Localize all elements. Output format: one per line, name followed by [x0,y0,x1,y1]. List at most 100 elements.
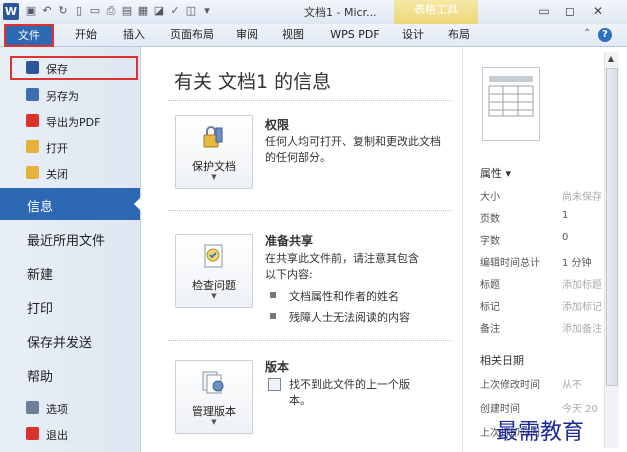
bullet-item: 残障人士无法阅读的内容 [289,311,410,324]
tab-file[interactable]: 文件 [4,24,54,47]
prop-value-pages: 1 [562,210,569,221]
collapse-ribbon-icon[interactable]: ⌃ [583,29,593,39]
spell-check-icon[interactable]: ✓ [168,4,182,18]
date-key-modified: 上次修改时间 [480,380,540,391]
dropdown-arrow-icon: ▼ [211,418,217,426]
nav-save-as-label: 另存为 [46,90,79,103]
bullet-item: 文档属性和作者的姓名 [289,290,399,303]
nav-save-send-label: 保存并发送 [27,336,93,351]
thumbnail-preview-icon [488,76,534,117]
prop-key-comments: 备注 [480,324,500,335]
save-as-icon [26,88,39,101]
close-icon[interactable]: ✕ [588,4,608,18]
properties-header[interactable]: 属性 ▾ [480,165,511,181]
prop-key-tags: 标记 [480,302,500,313]
image-icon[interactable]: ◪ [152,4,166,18]
protect-document-label: 保护文档 [192,160,236,173]
tab-insert[interactable]: 插入 [114,24,154,46]
version-doc-icon [268,378,281,391]
open-icon[interactable]: ▭ [88,4,102,18]
minimize-icon[interactable]: ▭ [534,4,554,18]
tab-design[interactable]: 设计 [396,24,430,46]
help-icon[interactable]: ? [598,28,612,42]
versions-icon [202,371,224,394]
date-value-created: 今天 20 [562,404,598,415]
bullet-icon [270,313,276,319]
nav-save-label: 保存 [46,63,68,76]
nav-recent-label: 最近所用文件 [27,234,106,249]
tab-view[interactable]: 视图 [276,24,310,46]
manage-versions-label: 管理版本 [192,405,236,418]
divider [168,100,452,101]
undo-icon[interactable]: ↶ [40,4,54,18]
save-quick-icon[interactable]: ▣ [24,4,38,18]
context-tab-table-tools: 表格工具 [394,0,478,24]
new-doc-icon[interactable]: ▯ [72,4,86,18]
nav-help[interactable]: 帮助 [0,358,140,390]
nav-exit[interactable]: 退出 [0,422,140,446]
tab-wps-pdf[interactable]: WPS PDF [322,24,388,46]
nav-recent[interactable]: 最近所用文件 [0,222,140,254]
nav-print[interactable]: 打印 [0,290,140,322]
prop-value-words: 0 [562,232,569,243]
prop-value-tags[interactable]: 添加标记 [562,298,604,313]
table-icon[interactable]: ▦ [136,4,150,18]
nav-export-pdf[interactable]: 导出为PDF [0,109,140,133]
customize-qa-icon[interactable]: ▾ [200,4,214,18]
close-doc-icon [26,166,39,179]
scroll-up-icon[interactable]: ▲ [604,52,618,66]
prepare-share-text: 在共享此文件前，请注意其包含以下内容: [265,252,419,281]
selected-pointer [134,196,142,212]
prop-value-comments[interactable]: 添加备注 [562,320,604,335]
save-icon [26,61,39,74]
preview-icon[interactable]: ▤ [120,4,134,18]
nav-new[interactable]: 新建 [0,256,140,288]
maximize-icon[interactable]: ◻ [560,4,580,18]
date-value-modified: 从不 [562,380,582,391]
prop-value-size: 尚未保存 [562,192,602,203]
nav-open[interactable]: 打开 [0,135,140,159]
nav-close[interactable]: 关闭 [0,161,140,185]
check-issues-label: 检查问题 [192,279,236,292]
document-thumbnail[interactable] [482,67,540,141]
redo-icon[interactable]: ↻ [56,4,70,18]
versions-heading: 版本 [265,360,290,374]
nav-save-as[interactable]: 另存为 [0,83,140,107]
tab-page-layout[interactable]: 页面布局 [162,24,222,46]
prop-value-title[interactable]: 添加标题 [562,276,604,291]
nav-options-label: 选项 [46,403,68,416]
scrollbar-thumb[interactable] [606,68,618,386]
tab-review[interactable]: 审阅 [230,24,264,46]
nav-exit-label: 退出 [46,429,68,442]
nav-info[interactable]: 信息 [0,188,140,220]
nav-save-send[interactable]: 保存并发送 [0,324,140,356]
nav-options[interactable]: 选项 [0,396,140,420]
nav-export-pdf-label: 导出为PDF [46,116,101,129]
nav-open-label: 打开 [46,142,68,155]
options-icon [26,401,39,414]
page-title: 有关 文档1 的信息 [174,71,332,93]
manage-versions-button[interactable]: 管理版本 ▼ [175,360,253,434]
folder-open-icon [26,140,39,153]
print-icon[interactable]: ⎙ [104,4,118,18]
prop-key-words: 字数 [480,236,500,247]
nav-save[interactable]: 保存 [10,56,138,80]
tab-layout[interactable]: 布局 [442,24,476,46]
dropdown-arrow-icon: ▼ [211,292,217,300]
versions-text: 找不到此文件的上一个版本。 [289,378,410,407]
prop-key-edit-time: 编辑时间总计 [480,258,540,269]
pdf-icon [26,114,39,127]
divider [168,340,452,341]
word-app-icon[interactable]: W [3,3,19,20]
protect-document-button[interactable]: 保护文档 ▼ [175,115,253,189]
prop-key-title: 标题 [480,280,500,291]
bullet-icon [270,292,276,298]
check-issues-button[interactable]: 检查问题 ▼ [175,234,253,308]
window-title: 文档1 - Micr... [304,6,377,19]
prepare-share-heading: 准备共享 [265,234,314,248]
tab-home[interactable]: 开始 [66,24,106,46]
watermark-text: 最需教育 [496,420,585,445]
prop-value-edit-time: 1 分钟 [562,258,592,269]
dropdown-arrow-icon: ▼ [211,173,217,181]
format-icon[interactable]: ◫ [184,4,198,18]
